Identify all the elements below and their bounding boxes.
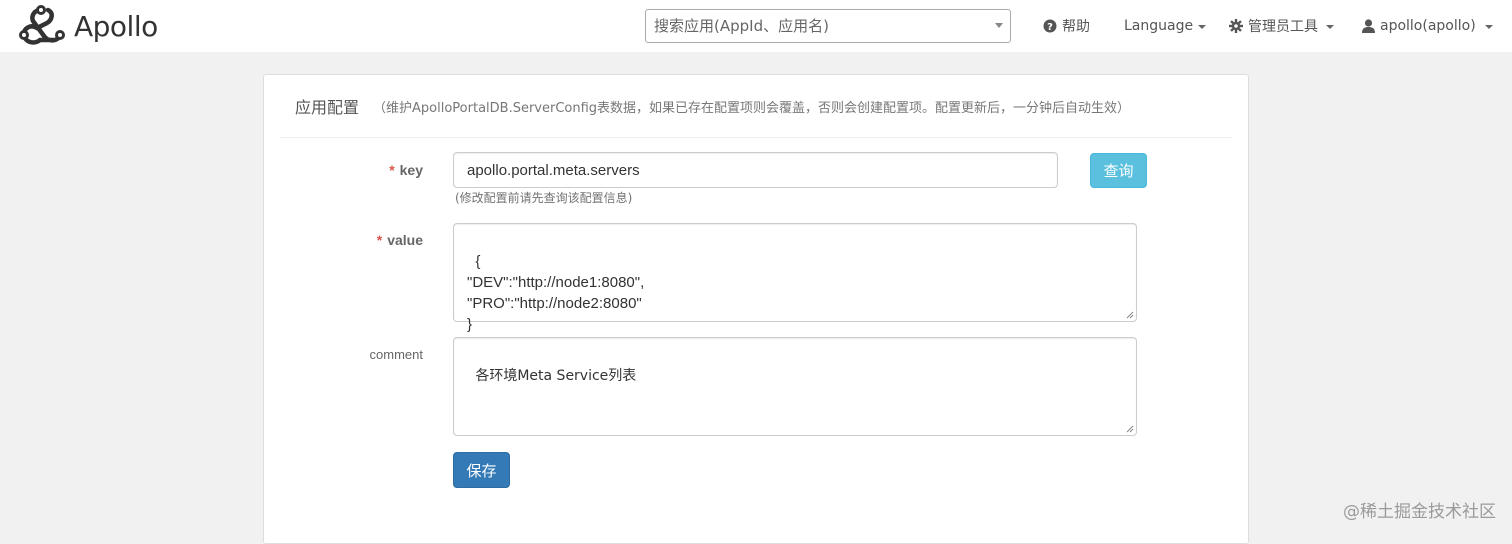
svg-text:?: ? xyxy=(1047,22,1053,33)
save-button[interactable]: 保存 xyxy=(453,452,510,488)
question-circle-icon: ? xyxy=(1043,19,1057,33)
required-mark: * xyxy=(376,232,383,248)
comment-text: 各环境Meta Service列表 xyxy=(475,368,637,384)
help-link[interactable]: ? 帮助 xyxy=(1043,0,1090,52)
comment-textarea[interactable]: 各环境Meta Service列表 xyxy=(453,337,1137,436)
apollo-logo[interactable]: Apollo xyxy=(14,2,158,50)
app-name: Apollo xyxy=(74,9,158,43)
language-dropdown[interactable]: Language xyxy=(1124,0,1207,52)
user-label: apollo(apollo) xyxy=(1380,18,1476,34)
language-label: Language xyxy=(1124,18,1194,34)
value-label: * value xyxy=(376,232,423,248)
app-search-select[interactable] xyxy=(645,9,1011,43)
admin-tools-label: 管理员工具 xyxy=(1248,19,1318,35)
caret-down-icon xyxy=(1198,25,1207,29)
resize-handle-icon[interactable] xyxy=(1126,425,1134,433)
caret-down-icon xyxy=(1326,25,1334,29)
query-button[interactable]: 查询 xyxy=(1090,153,1147,188)
top-navbar: Apollo ? 帮助 Language xyxy=(0,0,1512,52)
value-text: { "DEV":"http://node1:8080", "PRO":"http… xyxy=(467,253,645,333)
key-help-text: (修改配置前请先查询该配置信息) xyxy=(455,191,633,205)
key-label: * key xyxy=(389,162,423,178)
help-label: 帮助 xyxy=(1062,19,1090,35)
watermark: @稀土掘金技术社区 xyxy=(1343,502,1496,522)
comment-label: comment xyxy=(369,347,423,362)
key-input[interactable] xyxy=(453,152,1058,188)
admin-tools-dropdown[interactable]: 管理员工具 xyxy=(1229,0,1334,52)
resize-handle-icon[interactable] xyxy=(1126,311,1134,319)
required-mark: * xyxy=(389,162,395,178)
user-dropdown[interactable]: apollo(apollo) xyxy=(1362,0,1493,52)
panel-title: 应用配置 xyxy=(295,98,360,117)
panel-heading: 应用配置 （维护ApolloPortalDB.ServerConfig表数据，如… xyxy=(280,75,1232,138)
apollo-logo-icon xyxy=(19,5,65,45)
panel-hint: （维护ApolloPortalDB.ServerConfig表数据，如果已存在配… xyxy=(373,100,1131,116)
value-textarea[interactable]: { "DEV":"http://node1:8080", "PRO":"http… xyxy=(453,223,1137,333)
app-search-input[interactable] xyxy=(646,10,982,42)
caret-down-icon xyxy=(1484,25,1493,29)
chevron-down-icon[interactable] xyxy=(995,23,1003,28)
gear-icon xyxy=(1229,19,1243,33)
user-icon xyxy=(1362,19,1375,33)
